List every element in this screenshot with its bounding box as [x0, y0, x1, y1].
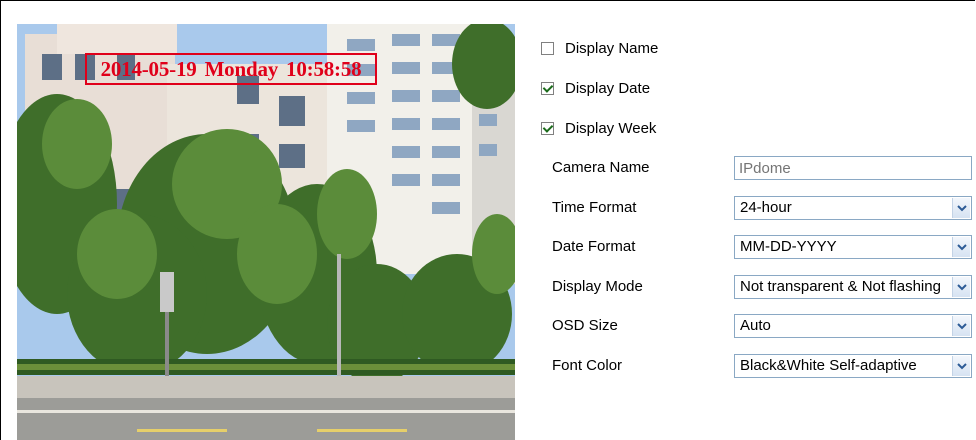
display-mode-value: Not transparent & Not flashing	[740, 278, 941, 295]
display-name-label: Display Name	[565, 39, 659, 57]
display-mode-label: Display Mode	[552, 278, 643, 295]
date-format-value: MM-DD-YYYY	[740, 238, 837, 255]
time-format-select[interactable]: 24-hour	[734, 196, 972, 220]
date-format-label: Date Format	[552, 238, 636, 255]
chevron-down-icon[interactable]	[952, 316, 970, 336]
display-name-checkbox[interactable]	[541, 41, 554, 55]
osd-time: 10:58:58	[286, 56, 362, 81]
chevron-down-icon[interactable]	[952, 198, 970, 218]
chevron-down-icon[interactable]	[952, 237, 970, 257]
date-format-select[interactable]: MM-DD-YYYY	[734, 235, 972, 259]
osd-week: Monday	[204, 56, 279, 81]
display-mode-select[interactable]: Not transparent & Not flashing	[734, 275, 972, 299]
osd-size-value: Auto	[740, 317, 771, 334]
time-format-label: Time Format	[552, 199, 637, 216]
display-date-checkbox[interactable]	[541, 81, 554, 95]
chevron-down-icon[interactable]	[952, 277, 970, 297]
osd-settings-panel: 2014-05-19 Monday 10:58:58 Display Name …	[0, 0, 975, 440]
live-preview[interactable]: 2014-05-19 Monday 10:58:58	[17, 24, 515, 440]
display-name-option[interactable]: Display Name	[541, 38, 658, 58]
camera-name-input[interactable]	[734, 156, 972, 180]
font-color-value: Black&White Self-adaptive	[740, 357, 917, 374]
chevron-down-icon[interactable]	[952, 356, 970, 376]
osd-date-week-time-overlay[interactable]: 2014-05-19 Monday 10:58:58	[85, 53, 377, 85]
camera-name-label: Camera Name	[552, 159, 650, 176]
osd-size-label: OSD Size	[552, 317, 618, 334]
osd-size-select[interactable]: Auto	[734, 314, 972, 338]
osd-date: 2014-05-19	[100, 56, 197, 81]
street-scene-image	[17, 24, 515, 440]
font-color-select[interactable]: Black&White Self-adaptive	[734, 354, 972, 378]
display-date-option[interactable]: Display Date	[541, 78, 650, 98]
display-week-label: Display Week	[565, 119, 657, 137]
font-color-label: Font Color	[552, 357, 623, 374]
display-date-label: Display Date	[565, 79, 651, 97]
display-week-checkbox[interactable]	[541, 121, 554, 135]
display-week-option[interactable]: Display Week	[541, 118, 656, 138]
time-format-value: 24-hour	[740, 199, 792, 216]
